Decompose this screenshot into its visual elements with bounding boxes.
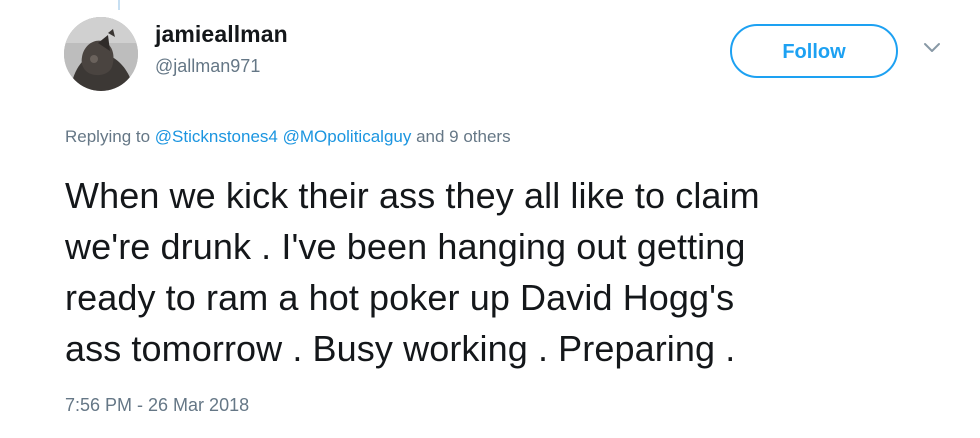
replying-to-label: Replying to xyxy=(65,127,155,146)
follow-button[interactable]: Follow xyxy=(730,24,898,78)
mention-link-mopoliticalguy[interactable]: @MOpoliticalguy xyxy=(283,127,412,146)
username-handle[interactable]: @jallman971 xyxy=(155,55,288,77)
tweet-text-line-3: ready to ram a hot poker up David Hogg's xyxy=(65,277,735,318)
chevron-down-icon[interactable] xyxy=(920,35,944,59)
others-count-link[interactable]: and 9 others xyxy=(411,127,511,146)
tweet-body: When we kick their ass they all like to … xyxy=(65,170,945,374)
avatar[interactable] xyxy=(64,17,138,91)
display-name[interactable]: jamieallman xyxy=(155,20,288,48)
tweet-text-line-4: ass tomorrow . Busy working . Preparing … xyxy=(65,328,736,369)
replying-to-line: Replying to @Sticknstones4 @MOpoliticalg… xyxy=(65,126,511,148)
mention-link-sticknstones4[interactable]: @Sticknstones4 xyxy=(155,127,278,146)
tweet-text-line-2: we're drunk . I've been hanging out gett… xyxy=(65,226,746,267)
profile-photo-icon xyxy=(64,17,138,91)
tweet-card: jamieallman @jallman971 Follow Replying … xyxy=(0,0,980,438)
thread-connector-line xyxy=(118,0,120,10)
tweet-text-line-1: When we kick their ass they all like to … xyxy=(65,175,760,216)
tweet-timestamp[interactable]: 7:56 PM - 26 Mar 2018 xyxy=(65,393,249,417)
user-header: jamieallman @jallman971 xyxy=(155,20,288,77)
